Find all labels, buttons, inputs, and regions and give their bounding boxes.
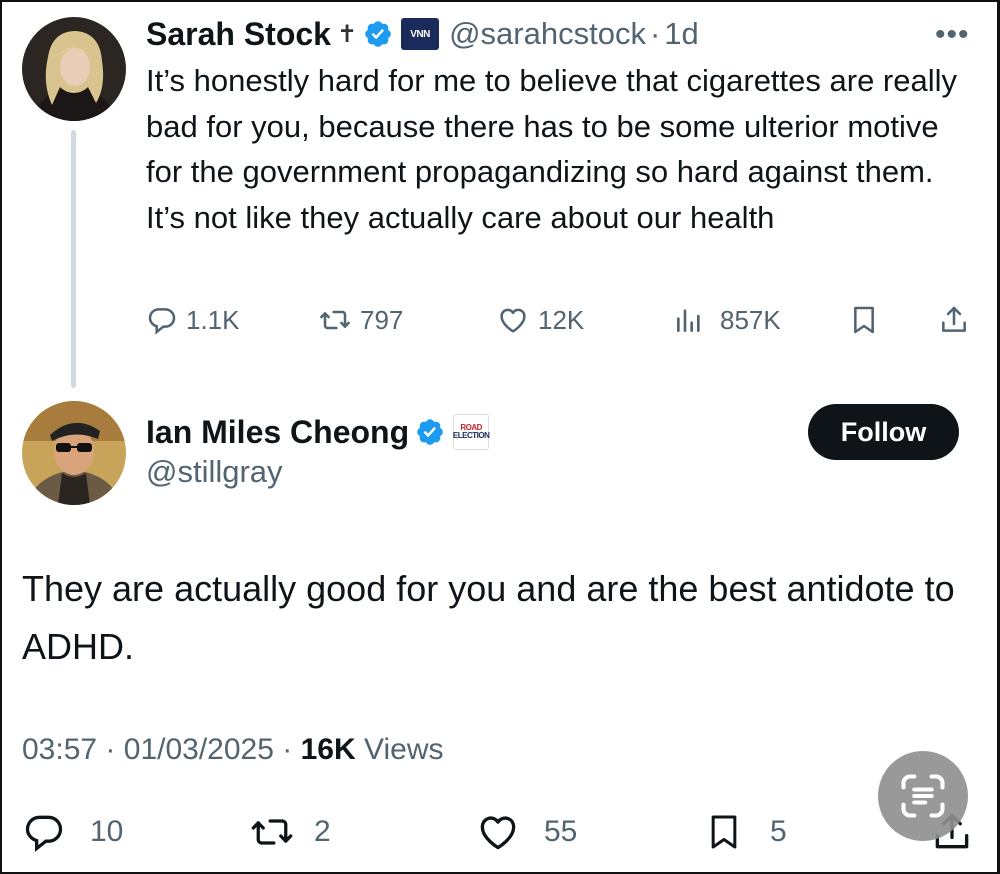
repost-button[interactable]: 2 — [248, 810, 331, 854]
separator: · — [282, 733, 293, 766]
like-icon — [480, 816, 516, 850]
tweet-time[interactable]: 1d — [664, 16, 698, 52]
parent-tweet-text: It’s honestly hard for me to believe tha… — [146, 63, 958, 235]
affiliate-logo-road-election[interactable]: ROAD ELECTION — [452, 414, 490, 450]
text-scan-icon — [901, 774, 945, 818]
views-count: 857K — [720, 304, 781, 335]
bookmark-icon — [854, 306, 874, 334]
reply-button[interactable]: 10 — [22, 810, 123, 854]
verified-badge-icon — [365, 21, 391, 47]
parent-tweet-header: Sarah Stock ✝ VNN @sarahcstock · 1d — [146, 12, 699, 56]
follow-button[interactable]: Follow — [808, 404, 959, 460]
bookmark-button[interactable]: 5 — [704, 810, 787, 854]
like-button[interactable]: 55 — [474, 810, 577, 854]
bookmark-icon — [711, 815, 737, 849]
separator: · — [649, 16, 661, 51]
like-count: 55 — [544, 815, 578, 848]
reply-count: 1.1K — [186, 304, 240, 335]
reply-count: 10 — [90, 815, 124, 848]
repost-button[interactable]: 797 — [318, 298, 403, 342]
author-name[interactable]: Sarah Stock — [146, 16, 331, 53]
main-tweet-header: Ian Miles Cheong ROAD ELECTION — [146, 408, 490, 456]
affiliate-logo-vnn[interactable]: VNN — [401, 18, 440, 50]
tweet-time[interactable]: 03:57 — [22, 733, 97, 766]
author-handle[interactable]: @stillgray — [146, 454, 283, 490]
like-button[interactable]: 12K — [496, 298, 584, 342]
parent-tweet-actions: 1.1K 797 12K 857K — [0, 298, 1000, 342]
repost-count: 2 — [314, 815, 331, 848]
bookmark-button[interactable] — [848, 298, 880, 342]
repost-count: 797 — [360, 304, 404, 335]
views-icon — [677, 309, 700, 332]
repost-icon — [251, 819, 293, 845]
bookmark-count: 5 — [770, 815, 787, 848]
thread-connector-line — [71, 130, 76, 388]
repost-icon — [320, 310, 350, 330]
reply-button[interactable]: 1.1K — [146, 298, 240, 342]
reply-icon — [25, 815, 63, 852]
main-tweet-actions: 10 2 55 5 — [0, 810, 1000, 860]
tweet-date[interactable]: 01/03/2025 — [124, 733, 274, 766]
views-count: 16K — [300, 733, 356, 766]
cross-emoji: ✝ — [336, 20, 358, 48]
share-icon — [942, 306, 966, 332]
verified-badge-icon — [417, 419, 443, 445]
separator: · — [105, 733, 116, 766]
affiliate-logo-line-2: ELECTION — [452, 431, 490, 440]
like-icon — [500, 308, 526, 333]
avatar-ian-miles-cheong[interactable] — [22, 401, 126, 505]
text-scan-button[interactable] — [878, 751, 968, 841]
like-count: 12K — [538, 304, 585, 335]
main-tweet-text: They are actually good for you and are t… — [22, 568, 955, 667]
views-label: Views — [364, 733, 444, 766]
author-handle[interactable]: @sarahcstock — [449, 16, 646, 52]
tweet-meta: 03:57 · 01/03/2025 · 16K Views — [22, 733, 443, 767]
avatar-sarah-stock[interactable] — [22, 17, 126, 121]
reply-icon — [148, 308, 176, 335]
more-icon[interactable]: ••• — [935, 18, 970, 52]
author-name[interactable]: Ian Miles Cheong — [146, 414, 409, 451]
share-button[interactable] — [938, 298, 970, 342]
views-button[interactable]: 857K — [672, 298, 781, 342]
